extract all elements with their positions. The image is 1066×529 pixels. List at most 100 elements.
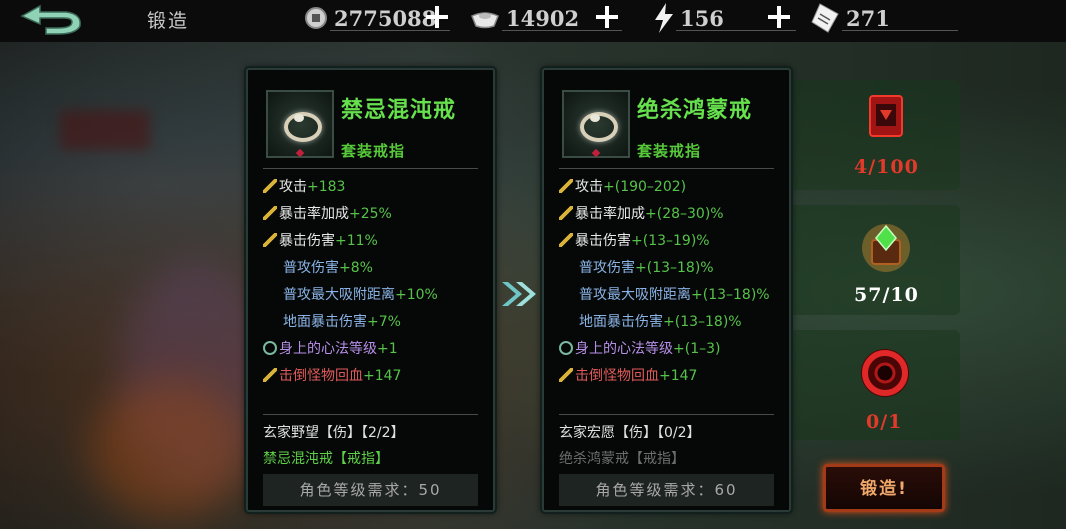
divider <box>330 30 450 31</box>
gem-marker-icon <box>591 148 601 158</box>
hammer-icon <box>559 233 573 247</box>
silver-coin-icon <box>305 7 327 29</box>
stat-value: +8% <box>339 260 373 276</box>
green-gem-chest-icon[interactable] <box>858 216 914 276</box>
stat-value: +10% <box>395 287 438 303</box>
stat-label: 击倒怪物回血 <box>279 368 363 384</box>
stat-value: +(13–18)% <box>691 287 770 303</box>
target-item-panel: 绝杀鸿蒙戒 套装戒指 攻击+(190–202) 暴击率加成+(28–30)% 暴击伤… <box>542 68 791 512</box>
stat-label: 身上的心法等级 <box>575 341 673 357</box>
item-name: 禁忌混沌戒 <box>341 98 457 123</box>
stat-row: 暴击率加成+25% <box>263 201 488 228</box>
hammer-icon <box>263 206 277 220</box>
add-silver-ingot-button[interactable] <box>594 4 620 30</box>
stat-label: 攻击 <box>575 179 603 195</box>
stat-value: +(13–18)% <box>635 260 714 276</box>
stat-label: 普攻伤害 <box>579 260 635 276</box>
material-count: 0/1 <box>866 411 903 433</box>
divider <box>676 30 796 31</box>
level-requirement: 角色等级需求：50 <box>263 474 478 506</box>
cycle-icon <box>263 341 277 355</box>
divider <box>559 414 774 415</box>
stat-label: 暴击伤害 <box>575 233 631 249</box>
stat-row: 普攻最大吸附距离+(13–18)% <box>559 282 784 309</box>
stat-value: +11% <box>335 233 378 249</box>
stat-row: 普攻最大吸附距离+10% <box>263 282 488 309</box>
stat-label: 击倒怪物回血 <box>575 368 659 384</box>
stat-value: +(13–18)% <box>663 314 742 330</box>
stat-row: 击倒怪物回血+147 <box>559 363 784 390</box>
stat-label: 普攻伤害 <box>283 260 339 276</box>
divider <box>559 168 774 169</box>
divider <box>842 30 958 31</box>
stat-row: 地面暴击伤害+(13–18)% <box>559 309 784 336</box>
silver-ingot-icon <box>471 12 499 29</box>
stat-value: +(190–202) <box>603 179 687 195</box>
material-count: 57/10 <box>854 284 919 306</box>
stat-value: +183 <box>307 179 346 195</box>
stat-label: 暴击率加成 <box>279 206 349 222</box>
ticket-icon <box>811 3 839 33</box>
item-name: 绝杀鸿蒙戒 <box>637 98 753 123</box>
stat-row: 地面暴击伤害+7% <box>263 309 488 336</box>
current-item-panel: 禁忌混沌戒 套装戒指 攻击+183 暴击率加成+25% 暴击伤害+11% 普攻伤害+8… <box>246 68 495 512</box>
ring-icon <box>284 112 322 142</box>
stat-row: 暴击率加成+(28–30)% <box>559 201 784 228</box>
stat-value: +(1–3) <box>673 341 721 357</box>
stat-label: 身上的心法等级 <box>279 341 377 357</box>
stat-row: 暴击伤害+11% <box>263 228 488 255</box>
set-item: 绝杀鸿蒙戒【戒指】 <box>559 451 685 467</box>
stat-value: +147 <box>659 368 698 384</box>
stat-row: 普攻伤害+(13–18)% <box>559 255 784 282</box>
stat-label: 地面暴击伤害 <box>579 314 663 330</box>
stat-list: 攻击+(190–202) 暴击率加成+(28–30)% 暴击伤害+(13–19)% 普… <box>559 174 784 390</box>
stat-label: 攻击 <box>279 179 307 195</box>
stat-label: 暴击伤害 <box>279 233 335 249</box>
page-title: 锻造 <box>147 10 190 32</box>
item-type: 套装戒指 <box>341 142 406 160</box>
hammer-icon <box>559 179 573 193</box>
divider <box>502 30 622 31</box>
stat-row: 普攻伤害+8% <box>263 255 488 282</box>
set-name: 玄家野望【伤】【2/2】 <box>263 425 405 441</box>
crimson-ring-icon[interactable] <box>856 344 914 402</box>
top-bar: 锻造 2775088 14902 156 271 <box>0 0 1066 42</box>
energy-amount: 156 <box>680 6 724 31</box>
stat-value: +1 <box>377 341 398 357</box>
stat-row: 身上的心法等级+(1–3) <box>559 336 784 363</box>
stat-row: 攻击+183 <box>263 174 488 201</box>
stat-label: 普攻最大吸附距离 <box>283 287 395 303</box>
hammer-icon <box>559 206 573 220</box>
stat-row: 攻击+(190–202) <box>559 174 784 201</box>
divider <box>263 414 478 415</box>
item-type: 套装戒指 <box>637 142 702 160</box>
add-silver-coin-button[interactable] <box>424 4 450 30</box>
stat-label: 普攻最大吸附距离 <box>579 287 691 303</box>
ticket-amount: 271 <box>846 6 890 31</box>
stat-row: 击倒怪物回血+147 <box>263 363 488 390</box>
stat-value: +(28–30)% <box>645 206 724 222</box>
stat-value: +25% <box>349 206 392 222</box>
stat-value: +(13–19)% <box>631 233 710 249</box>
ring-item-slot[interactable] <box>562 90 630 158</box>
add-energy-button[interactable] <box>766 4 792 30</box>
stat-value: +147 <box>363 368 402 384</box>
hammer-icon <box>263 233 277 247</box>
set-name: 玄家宏愿【伤】【0/2】 <box>559 425 701 441</box>
forge-button[interactable]: 锻造! <box>823 464 945 512</box>
cycle-icon <box>559 341 573 355</box>
stat-list: 攻击+183 暴击率加成+25% 暴击伤害+11% 普攻伤害+8% 普攻最大吸附距离+1… <box>263 174 488 390</box>
gem-marker-icon <box>295 148 305 158</box>
silver-coin-amount: 2775088 <box>334 6 437 31</box>
red-tome-icon[interactable] <box>866 92 908 140</box>
hammer-icon <box>559 368 573 382</box>
stat-label: 暴击率加成 <box>575 206 645 222</box>
hammer-icon <box>263 368 277 382</box>
level-requirement: 角色等级需求：60 <box>559 474 774 506</box>
divider <box>263 168 478 169</box>
ring-item-slot[interactable] <box>266 90 334 158</box>
lightning-energy-icon <box>655 3 673 33</box>
back-arrow-icon[interactable] <box>18 4 84 36</box>
stat-row: 身上的心法等级+1 <box>263 336 488 363</box>
double-chevron-right-icon <box>502 282 536 306</box>
